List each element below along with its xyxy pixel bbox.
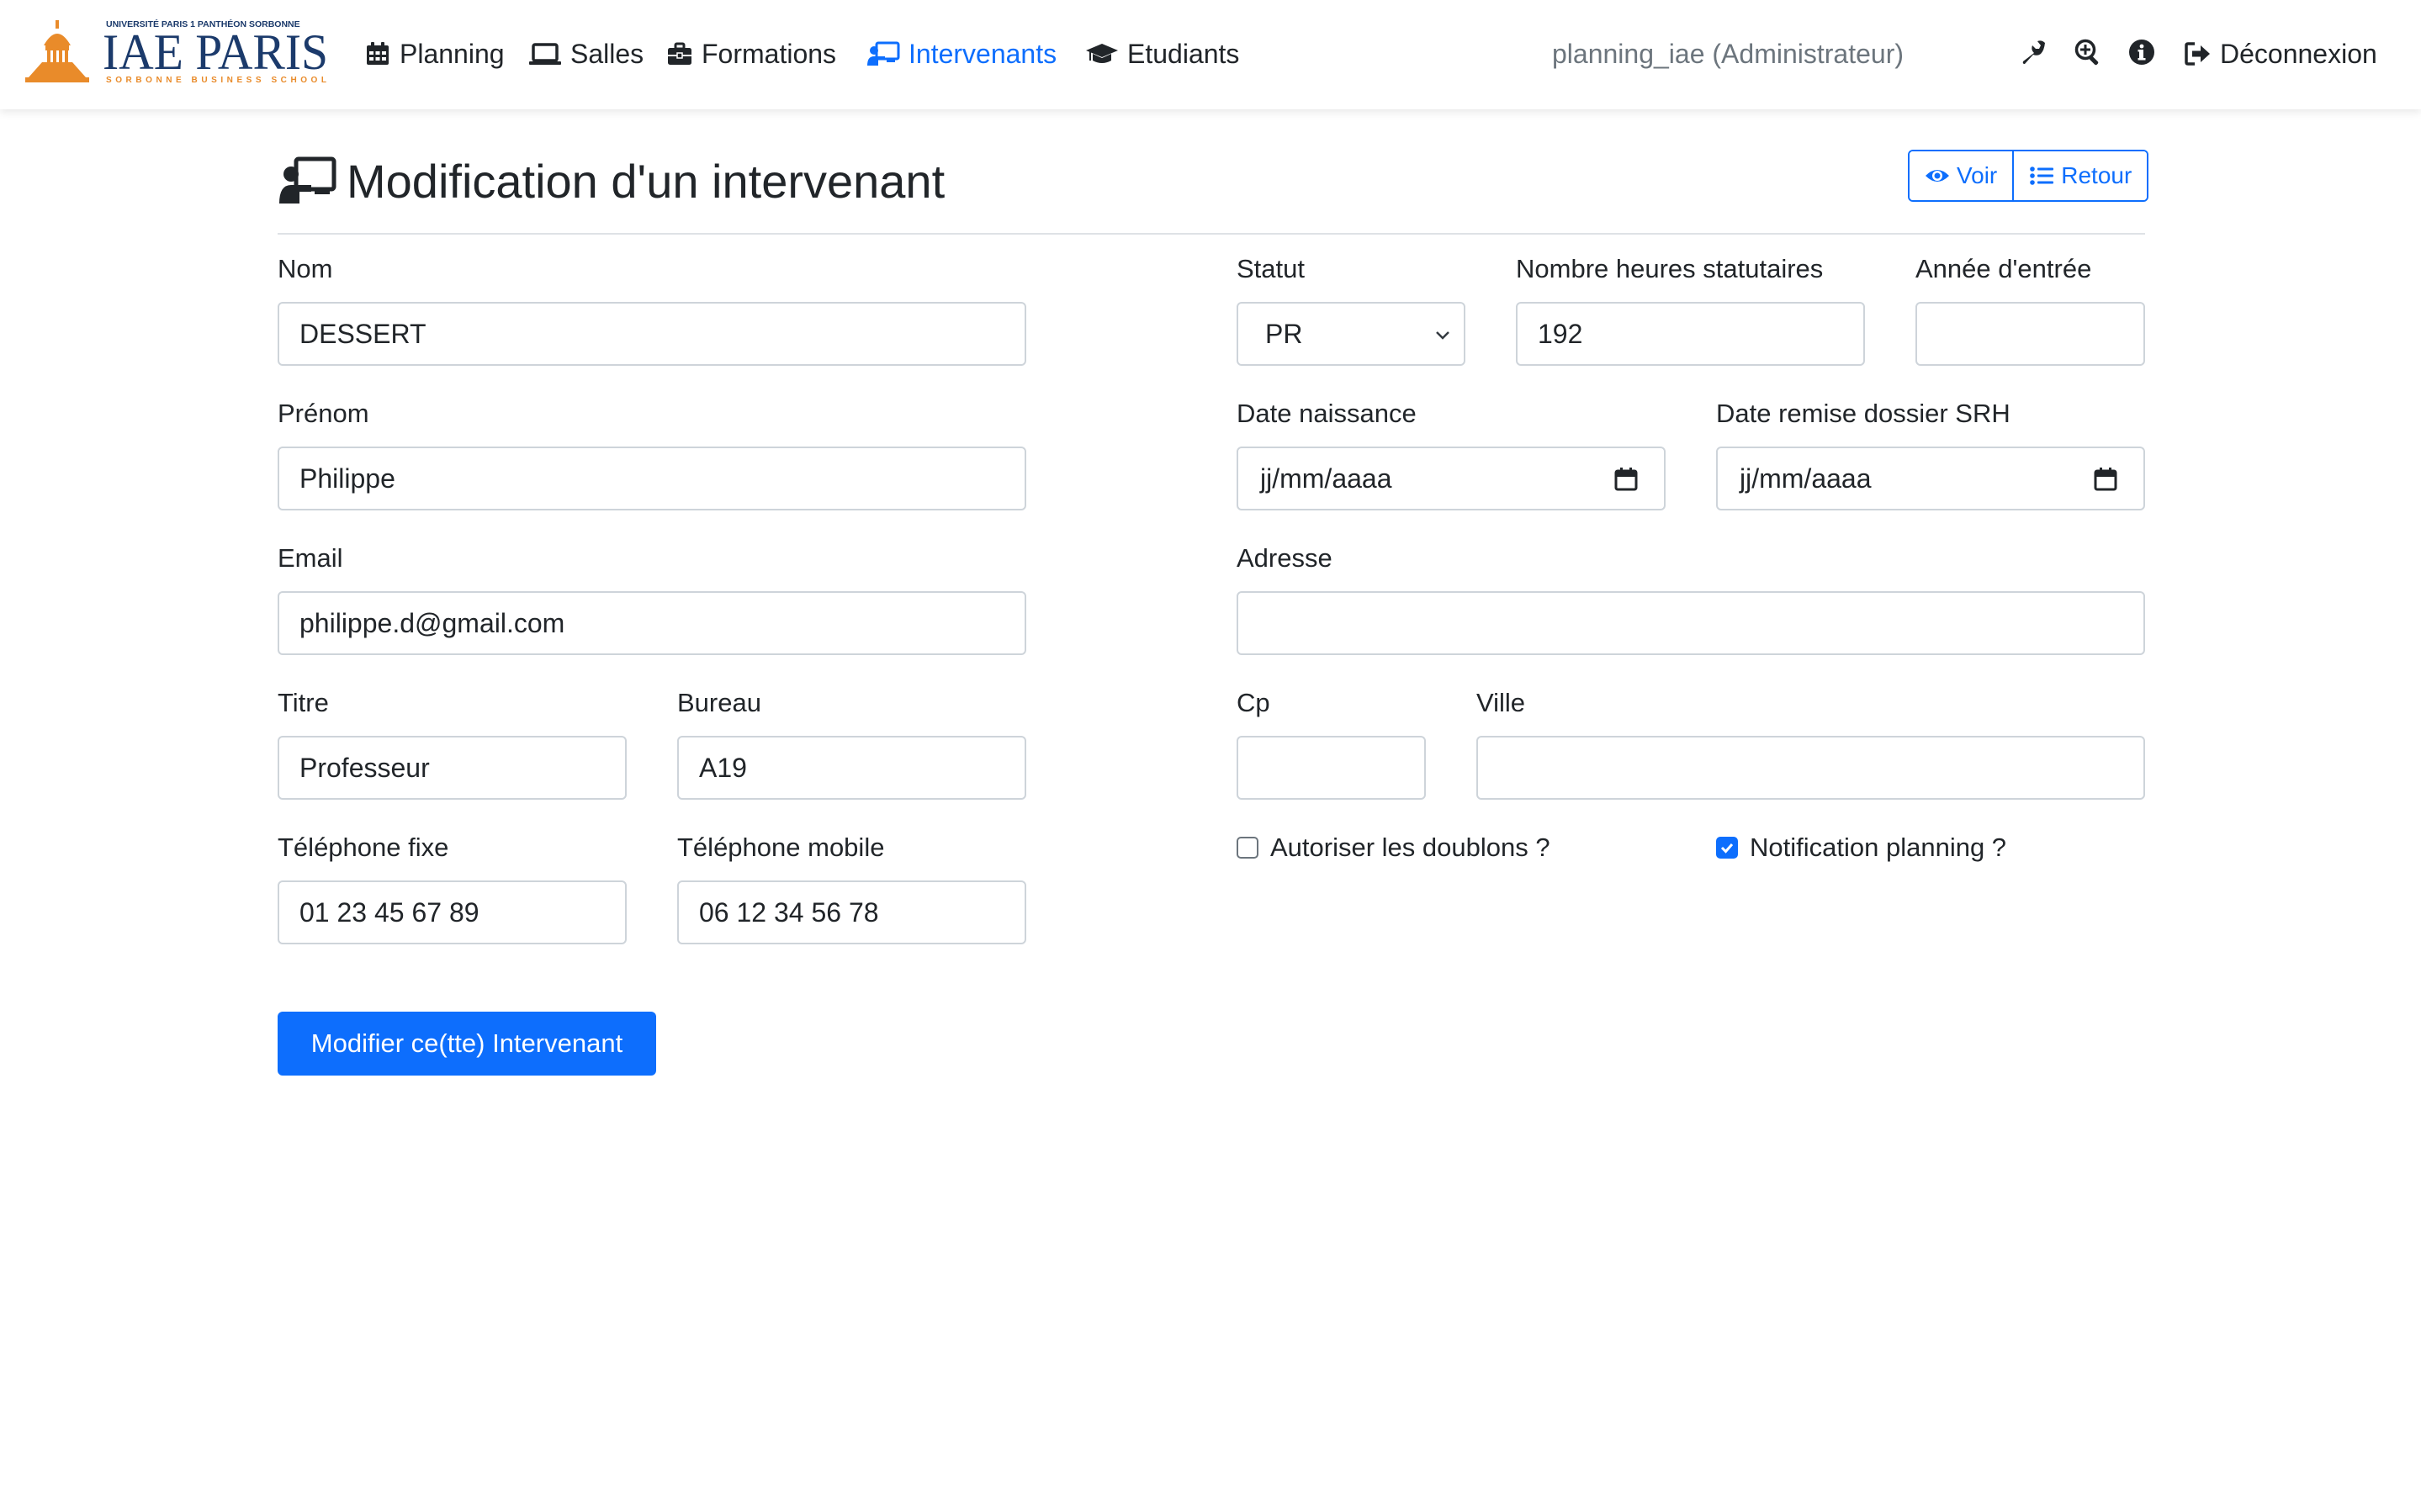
nav-intervenants-label: Intervenants <box>909 38 1057 69</box>
statut-label: Statut <box>1237 254 1305 283</box>
nav-etudiants[interactable]: Etudiants <box>1085 32 1239 76</box>
page-title-text: Modification d'un intervenant <box>347 154 946 208</box>
nav-etudiants-label: Etudiants <box>1127 38 1240 69</box>
pantheon-logo-icon <box>25 20 89 82</box>
chalkboard-teacher-icon <box>278 156 336 206</box>
date-naissance-label: Date naissance <box>1237 399 1417 428</box>
sign-out-icon <box>2185 40 2212 67</box>
tel-mobile-label: Téléphone mobile <box>677 833 885 862</box>
ville-label: Ville <box>1476 688 1526 717</box>
prenom-label: Prénom <box>278 399 369 428</box>
logout-label: Déconnexion <box>2220 38 2377 69</box>
info-circle-icon[interactable] <box>2127 38 2156 66</box>
calendar-icon <box>364 40 391 67</box>
tel-fixe-field[interactable] <box>278 880 627 944</box>
annee-entree-label: Année d'entrée <box>1915 254 2092 283</box>
iae-paris-logo[interactable]: UNIVERSITÉ PARIS 1 PANTHÉON SORBONNE IAE… <box>25 17 330 85</box>
view-button[interactable]: Voir <box>1910 151 2013 200</box>
doublons-label: Autoriser les doublons ? <box>1270 833 1550 862</box>
nav-salles[interactable]: Salles <box>528 32 644 76</box>
adresse-label: Adresse <box>1237 543 1332 573</box>
heures-label: Nombre heures statutaires <box>1516 254 1824 283</box>
date-remise-label: Date remise dossier SRH <box>1716 399 2010 428</box>
bureau-field[interactable] <box>677 736 1026 800</box>
calendar-picker-icon[interactable] <box>1613 467 1639 492</box>
nav-formations-label: Formations <box>702 38 837 69</box>
titre-label: Titre <box>278 688 329 717</box>
view-label: Voir <box>1957 162 1998 188</box>
notification-label: Notification planning ? <box>1750 833 2007 862</box>
ville-field[interactable] <box>1476 736 2145 800</box>
logout-button[interactable]: Déconnexion <box>2185 32 2377 76</box>
nav-planning[interactable]: Planning <box>364 32 505 76</box>
cp-label: Cp <box>1237 688 1270 717</box>
bureau-label: Bureau <box>677 688 761 717</box>
logo-bottom-text: SORBONNE BUSINESS SCHOOL <box>106 76 326 84</box>
notification-option: Notification planning ? <box>1716 831 2006 864</box>
date-remise-field[interactable]: jj/mm/aaaa <box>1716 447 2145 510</box>
briefcase-icon <box>666 40 693 67</box>
list-icon <box>2029 163 2054 188</box>
checkmark-icon <box>1720 843 1734 854</box>
statut-select[interactable]: PR <box>1237 302 1465 366</box>
current-user-label: planning_iae (Administrateur) <box>1552 38 1904 69</box>
tel-fixe-label: Téléphone fixe <box>278 833 449 862</box>
nav-intervenants[interactable]: Intervenants <box>866 32 1057 76</box>
chevron-down-icon <box>1433 325 1452 344</box>
email-field[interactable] <box>278 591 1026 655</box>
nom-label: Nom <box>278 254 333 283</box>
calendar-picker-icon[interactable] <box>2093 467 2118 492</box>
back-label: Retour <box>2061 162 2132 188</box>
doublons-option: Autoriser les doublons ? <box>1237 831 1550 864</box>
date-naissance-field[interactable]: jj/mm/aaaa <box>1237 447 1666 510</box>
heures-field[interactable] <box>1516 302 1865 366</box>
logo-main-text: IAE PARIS <box>103 24 328 80</box>
header-actions: Voir Retour <box>1908 150 2149 202</box>
email-label: Email <box>278 543 343 573</box>
annee-entree-field[interactable] <box>1915 302 2145 366</box>
search-plus-icon[interactable] <box>2074 38 2102 66</box>
tel-mobile-field[interactable] <box>677 880 1026 944</box>
prenom-field[interactable] <box>278 447 1026 510</box>
statut-value: PR <box>1265 319 1303 349</box>
header-divider <box>278 233 2145 235</box>
cp-field[interactable] <box>1237 736 1426 800</box>
eye-icon <box>1925 163 1950 188</box>
chalkboard-teacher-icon <box>866 40 900 67</box>
top-navbar: UNIVERSITÉ PARIS 1 PANTHÉON SORBONNE IAE… <box>0 0 2421 109</box>
nav-salles-label: Salles <box>570 38 644 69</box>
doublons-checkbox[interactable] <box>1237 837 1258 859</box>
nav-formations[interactable]: Formations <box>666 32 836 76</box>
graduation-cap-icon <box>1085 40 1119 67</box>
back-button[interactable]: Retour <box>2012 151 2148 200</box>
nav-planning-label: Planning <box>400 38 505 69</box>
date-remise-value: jj/mm/aaaa <box>1740 463 1872 494</box>
wrench-icon[interactable] <box>2020 38 2048 66</box>
page-title: Modification d'un intervenant <box>278 147 945 214</box>
date-naissance-value: jj/mm/aaaa <box>1260 463 1392 494</box>
adresse-field[interactable] <box>1237 591 2145 655</box>
laptop-icon <box>528 40 562 67</box>
nom-field[interactable] <box>278 302 1026 366</box>
submit-button[interactable]: Modifier ce(tte) Intervenant <box>278 1012 656 1076</box>
titre-field[interactable] <box>278 736 627 800</box>
notification-checkbox[interactable] <box>1716 837 1738 859</box>
